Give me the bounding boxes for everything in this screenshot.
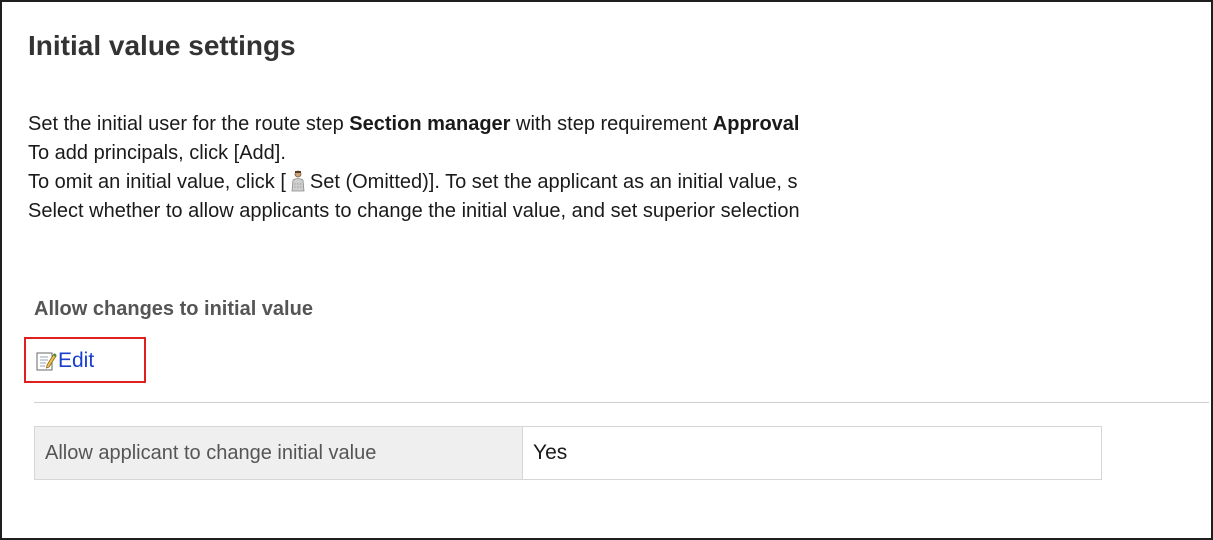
section-heading: Allow changes to initial value <box>34 298 313 320</box>
description-line-3-prefix: To omit an initial value, click [ <box>28 171 286 193</box>
description-line-1: Set the initial user for the route step … <box>28 110 1203 139</box>
setting-label: Allow applicant to change initial value <box>34 426 523 480</box>
section-divider <box>34 402 1209 403</box>
description-text: Set the initial user for the route step … <box>28 110 1203 226</box>
step-name: Section manager <box>349 113 511 135</box>
description-line-1-middle: with step requirement <box>510 113 713 135</box>
edit-highlight-box: Edit <box>24 337 146 383</box>
description-line-1-prefix: Set the initial user for the route step <box>28 113 350 135</box>
description-line-2: To add principals, click [Add]. <box>28 142 286 164</box>
setting-value: Yes <box>522 426 1102 480</box>
table-row: Allow applicant to change initial value … <box>34 426 1102 480</box>
description-line-3: To omit an initial value, click [ Set (Om… <box>28 168 1203 197</box>
page-title: Initial value settings <box>28 30 296 61</box>
edit-link[interactable]: Edit <box>35 349 94 373</box>
settings-table: Allow applicant to change initial value … <box>34 426 1102 480</box>
edit-icon <box>36 352 57 371</box>
description-line-4: Select whether to allow applicants to ch… <box>28 200 800 222</box>
user-omitted-icon <box>288 170 308 192</box>
description-line-3-suffix: Set (Omitted)]. To set the applicant as … <box>309 171 798 193</box>
step-requirement: Approval <box>712 113 800 135</box>
main-content: Initial value settings Set the initial u… <box>24 28 1213 480</box>
edit-label: Edit <box>58 349 95 372</box>
